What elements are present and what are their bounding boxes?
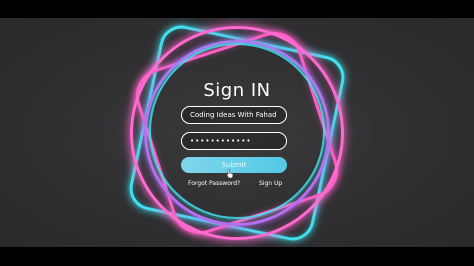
sign-in-form: Sign IN Submit Forgot Password? Sign Up	[0, 18, 474, 247]
login-page: Sign IN Submit Forgot Password? Sign Up	[0, 18, 474, 247]
sign-up-link[interactable]: Sign Up	[259, 180, 282, 187]
mouse-pointer-icon	[226, 169, 234, 179]
password-input[interactable]	[181, 132, 287, 150]
page-title: Sign IN	[203, 80, 271, 101]
submit-button[interactable]: Submit	[181, 157, 287, 173]
video-frame: Sign IN Submit Forgot Password? Sign Up	[0, 0, 474, 266]
forgot-password-link[interactable]: Forgot Password?	[188, 180, 240, 187]
username-input[interactable]	[181, 106, 287, 124]
